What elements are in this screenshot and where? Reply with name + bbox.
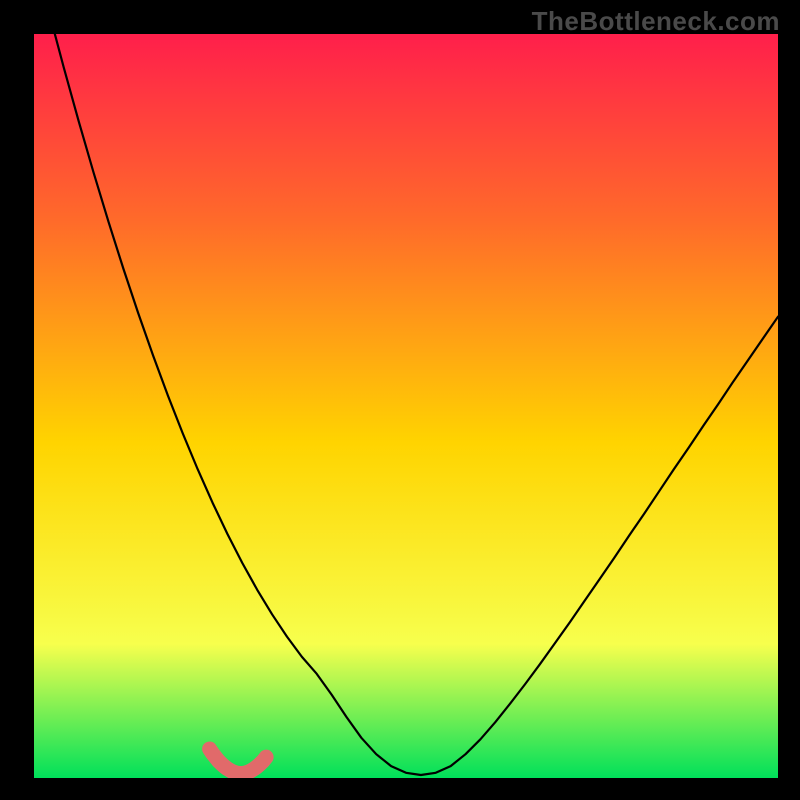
gradient-background <box>34 34 778 778</box>
chart-frame: TheBottleneck.com <box>0 0 800 800</box>
plot-area <box>34 34 778 778</box>
watermark-text: TheBottleneck.com <box>532 6 780 37</box>
chart-svg <box>34 34 778 778</box>
